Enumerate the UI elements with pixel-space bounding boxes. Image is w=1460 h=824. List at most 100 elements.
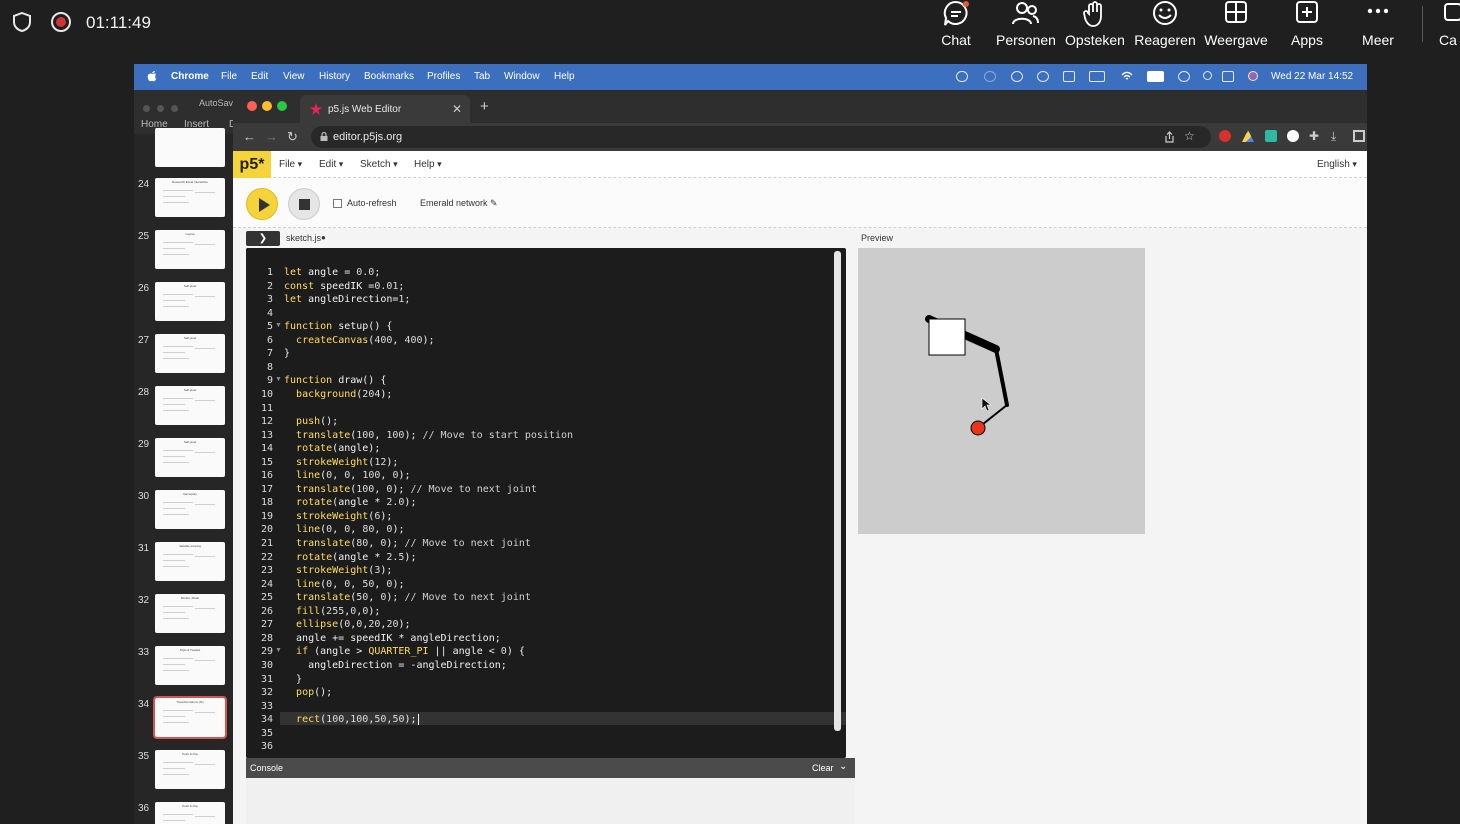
code-line[interactable]: line(0, 0, 80, 0);	[284, 524, 404, 535]
auto-refresh-checkbox[interactable]	[333, 199, 342, 208]
code-line[interactable]: angleDirection = -angleDirection;	[284, 660, 507, 671]
battery-icon[interactable]	[1089, 71, 1105, 82]
slide-thumbnail[interactable]: Self-pixel	[155, 282, 225, 321]
sketch-name[interactable]: Emerald network ✎	[420, 198, 498, 209]
code-line[interactable]: let angle = 0.0;	[284, 267, 380, 278]
menubar-bookmarks[interactable]: Bookmarks	[364, 71, 414, 82]
slide-thumbnail[interactable]: Research Excel Interactive	[155, 178, 225, 217]
extension-icon[interactable]	[1265, 130, 1277, 142]
code-line[interactable]: translate(100, 100); // Move to start po…	[284, 430, 573, 441]
network-icon[interactable]	[1063, 71, 1075, 82]
menubar-help[interactable]: Help	[554, 71, 575, 82]
slide-thumbnail[interactable]: Layout	[155, 230, 225, 269]
code-line[interactable]: function draw() {	[284, 375, 386, 386]
p5-menu-file[interactable]: File	[279, 159, 302, 170]
code-line[interactable]: const speedIK =0.01;	[284, 281, 404, 292]
drive-icon[interactable]	[1242, 130, 1254, 142]
menubar-file[interactable]: File	[221, 71, 237, 82]
code-line[interactable]: translate(80, 0); // Move to next joint	[284, 538, 531, 549]
view-button[interactable]: Weergave	[1204, 0, 1268, 58]
menubar-edit[interactable]: Edit	[251, 71, 268, 82]
slide-thumbnail[interactable]	[155, 128, 225, 167]
menubar-app-name[interactable]: Chrome	[171, 71, 209, 82]
share-icon[interactable]	[1164, 131, 1175, 143]
menubar-tab[interactable]: Tab	[474, 71, 490, 82]
slide-thumbnail[interactable]: Gameplay	[155, 490, 225, 529]
code-line[interactable]: line(0, 0, 50, 0);	[284, 579, 404, 590]
code-line[interactable]: push();	[284, 416, 338, 427]
slide-thumbnail[interactable]: Push & Pop	[155, 750, 225, 789]
code-line[interactable]: rotate(angle * 2.5);	[284, 552, 416, 563]
menubar-window[interactable]: Window	[504, 71, 540, 82]
wifi-icon[interactable]	[1121, 71, 1133, 82]
cloud-icon[interactable]	[956, 71, 968, 82]
code-line[interactable]: fill(255,0,0);	[284, 606, 380, 617]
camera-button[interactable]: Ca	[1436, 0, 1460, 58]
apps-button[interactable]: Apps	[1289, 0, 1325, 58]
code-line[interactable]: if (angle > QUARTER_PI || angle < 0) {	[284, 646, 525, 657]
play-button[interactable]	[246, 188, 278, 220]
moon-icon[interactable]	[984, 71, 996, 82]
chat-button[interactable]: Chat	[936, 0, 976, 58]
code-line[interactable]: strokeWeight(3);	[284, 565, 392, 576]
control-center-icon[interactable]	[1222, 71, 1234, 82]
p5-menu-sketch[interactable]: Sketch	[360, 159, 398, 170]
fold-arrow-icon[interactable]: ▼	[275, 376, 282, 383]
download-icon[interactable]: ⤓	[1331, 130, 1343, 142]
forward-icon[interactable]: →	[265, 129, 278, 144]
close-window-button[interactable]	[247, 101, 257, 111]
react-button[interactable]: Reageren	[1134, 0, 1196, 58]
adblock-icon[interactable]	[1219, 130, 1231, 142]
browser-tab[interactable]: p5.js Web Editor ✕	[300, 95, 470, 123]
raise-hand-button[interactable]: Opsteken	[1065, 0, 1125, 58]
search-icon[interactable]	[1203, 71, 1212, 80]
time-machine-icon[interactable]	[1178, 71, 1190, 82]
expand-sidebar-button[interactable]: ❯	[246, 231, 280, 246]
code-line[interactable]: strokeWeight(12);	[284, 457, 398, 468]
puzzle-icon[interactable]: ✚	[1309, 130, 1321, 142]
play-icon[interactable]	[1037, 71, 1049, 82]
code-line[interactable]: let angleDirection=1;	[284, 294, 410, 305]
address-bar[interactable]: editor.p5js.org ☆	[311, 126, 1211, 148]
p5-menu-edit[interactable]: Edit	[319, 159, 343, 170]
slide-thumbnail[interactable]: Self-pixel	[155, 386, 225, 425]
code-editor[interactable]: 1 2 3 4 5 ▼ 6 7 8 9 ▼ 10 11 12 13 14 15 16 17 18 19 20 21 22 23 2…	[246, 248, 846, 758]
preview-canvas[interactable]	[858, 248, 1145, 534]
editor-scrollbar[interactable]	[834, 251, 841, 731]
fold-arrow-icon[interactable]: ▼	[275, 322, 282, 329]
code-line[interactable]: rotate(angle);	[284, 443, 380, 454]
back-icon[interactable]: ←	[243, 129, 256, 144]
slide-thumbnail[interactable]: Self-pixel	[155, 438, 225, 477]
code-line[interactable]: ellipse(0,0,20,20);	[284, 619, 410, 630]
pencil-icon[interactable]: ✎	[490, 198, 498, 208]
code-line[interactable]: createCanvas(400, 400);	[284, 335, 435, 346]
fold-arrow-icon[interactable]: ▼	[275, 647, 282, 654]
new-tab-button[interactable]: +	[480, 98, 489, 115]
file-tab[interactable]: sketch.js●	[286, 233, 326, 243]
bookmark-star-icon[interactable]: ☆	[1184, 129, 1195, 143]
code-line[interactable]: }	[284, 674, 302, 685]
screen-share-icon[interactable]	[1011, 71, 1023, 82]
people-button[interactable]: Personen	[996, 0, 1056, 58]
stop-button[interactable]	[288, 188, 320, 220]
slide-thumbnail[interactable]: Push & Pop	[155, 802, 225, 824]
code-line[interactable]: pop();	[284, 687, 332, 698]
code-line[interactable]: angle += speedIK * angleDirection;	[284, 633, 501, 644]
zoom-window-button[interactable]	[277, 101, 287, 111]
extension-b-icon[interactable]	[1287, 130, 1299, 142]
reload-icon[interactable]: ↻	[287, 129, 298, 145]
code-line[interactable]: function setup() {	[284, 321, 392, 332]
language-select[interactable]: English	[1317, 159, 1357, 170]
slide-thumbnail[interactable]: Transformations (IK)	[153, 696, 227, 739]
tab-close-icon[interactable]: ✕	[452, 102, 462, 116]
menubar-history[interactable]: History	[319, 71, 350, 82]
apple-icon[interactable]	[147, 70, 157, 82]
siri-icon[interactable]	[1248, 71, 1258, 81]
p5-logo[interactable]: p5*	[233, 151, 271, 178]
minimize-window-button[interactable]	[262, 101, 272, 111]
p5-menu-help[interactable]: Help	[414, 159, 442, 170]
code-line[interactable]: }	[284, 348, 290, 359]
code-line[interactable]: strokeWeight(6);	[284, 511, 392, 522]
slide-thumbnail[interactable]: Modes, Mode	[155, 594, 225, 633]
code-line[interactable]: translate(100, 0); // Move to next joint	[284, 484, 537, 495]
